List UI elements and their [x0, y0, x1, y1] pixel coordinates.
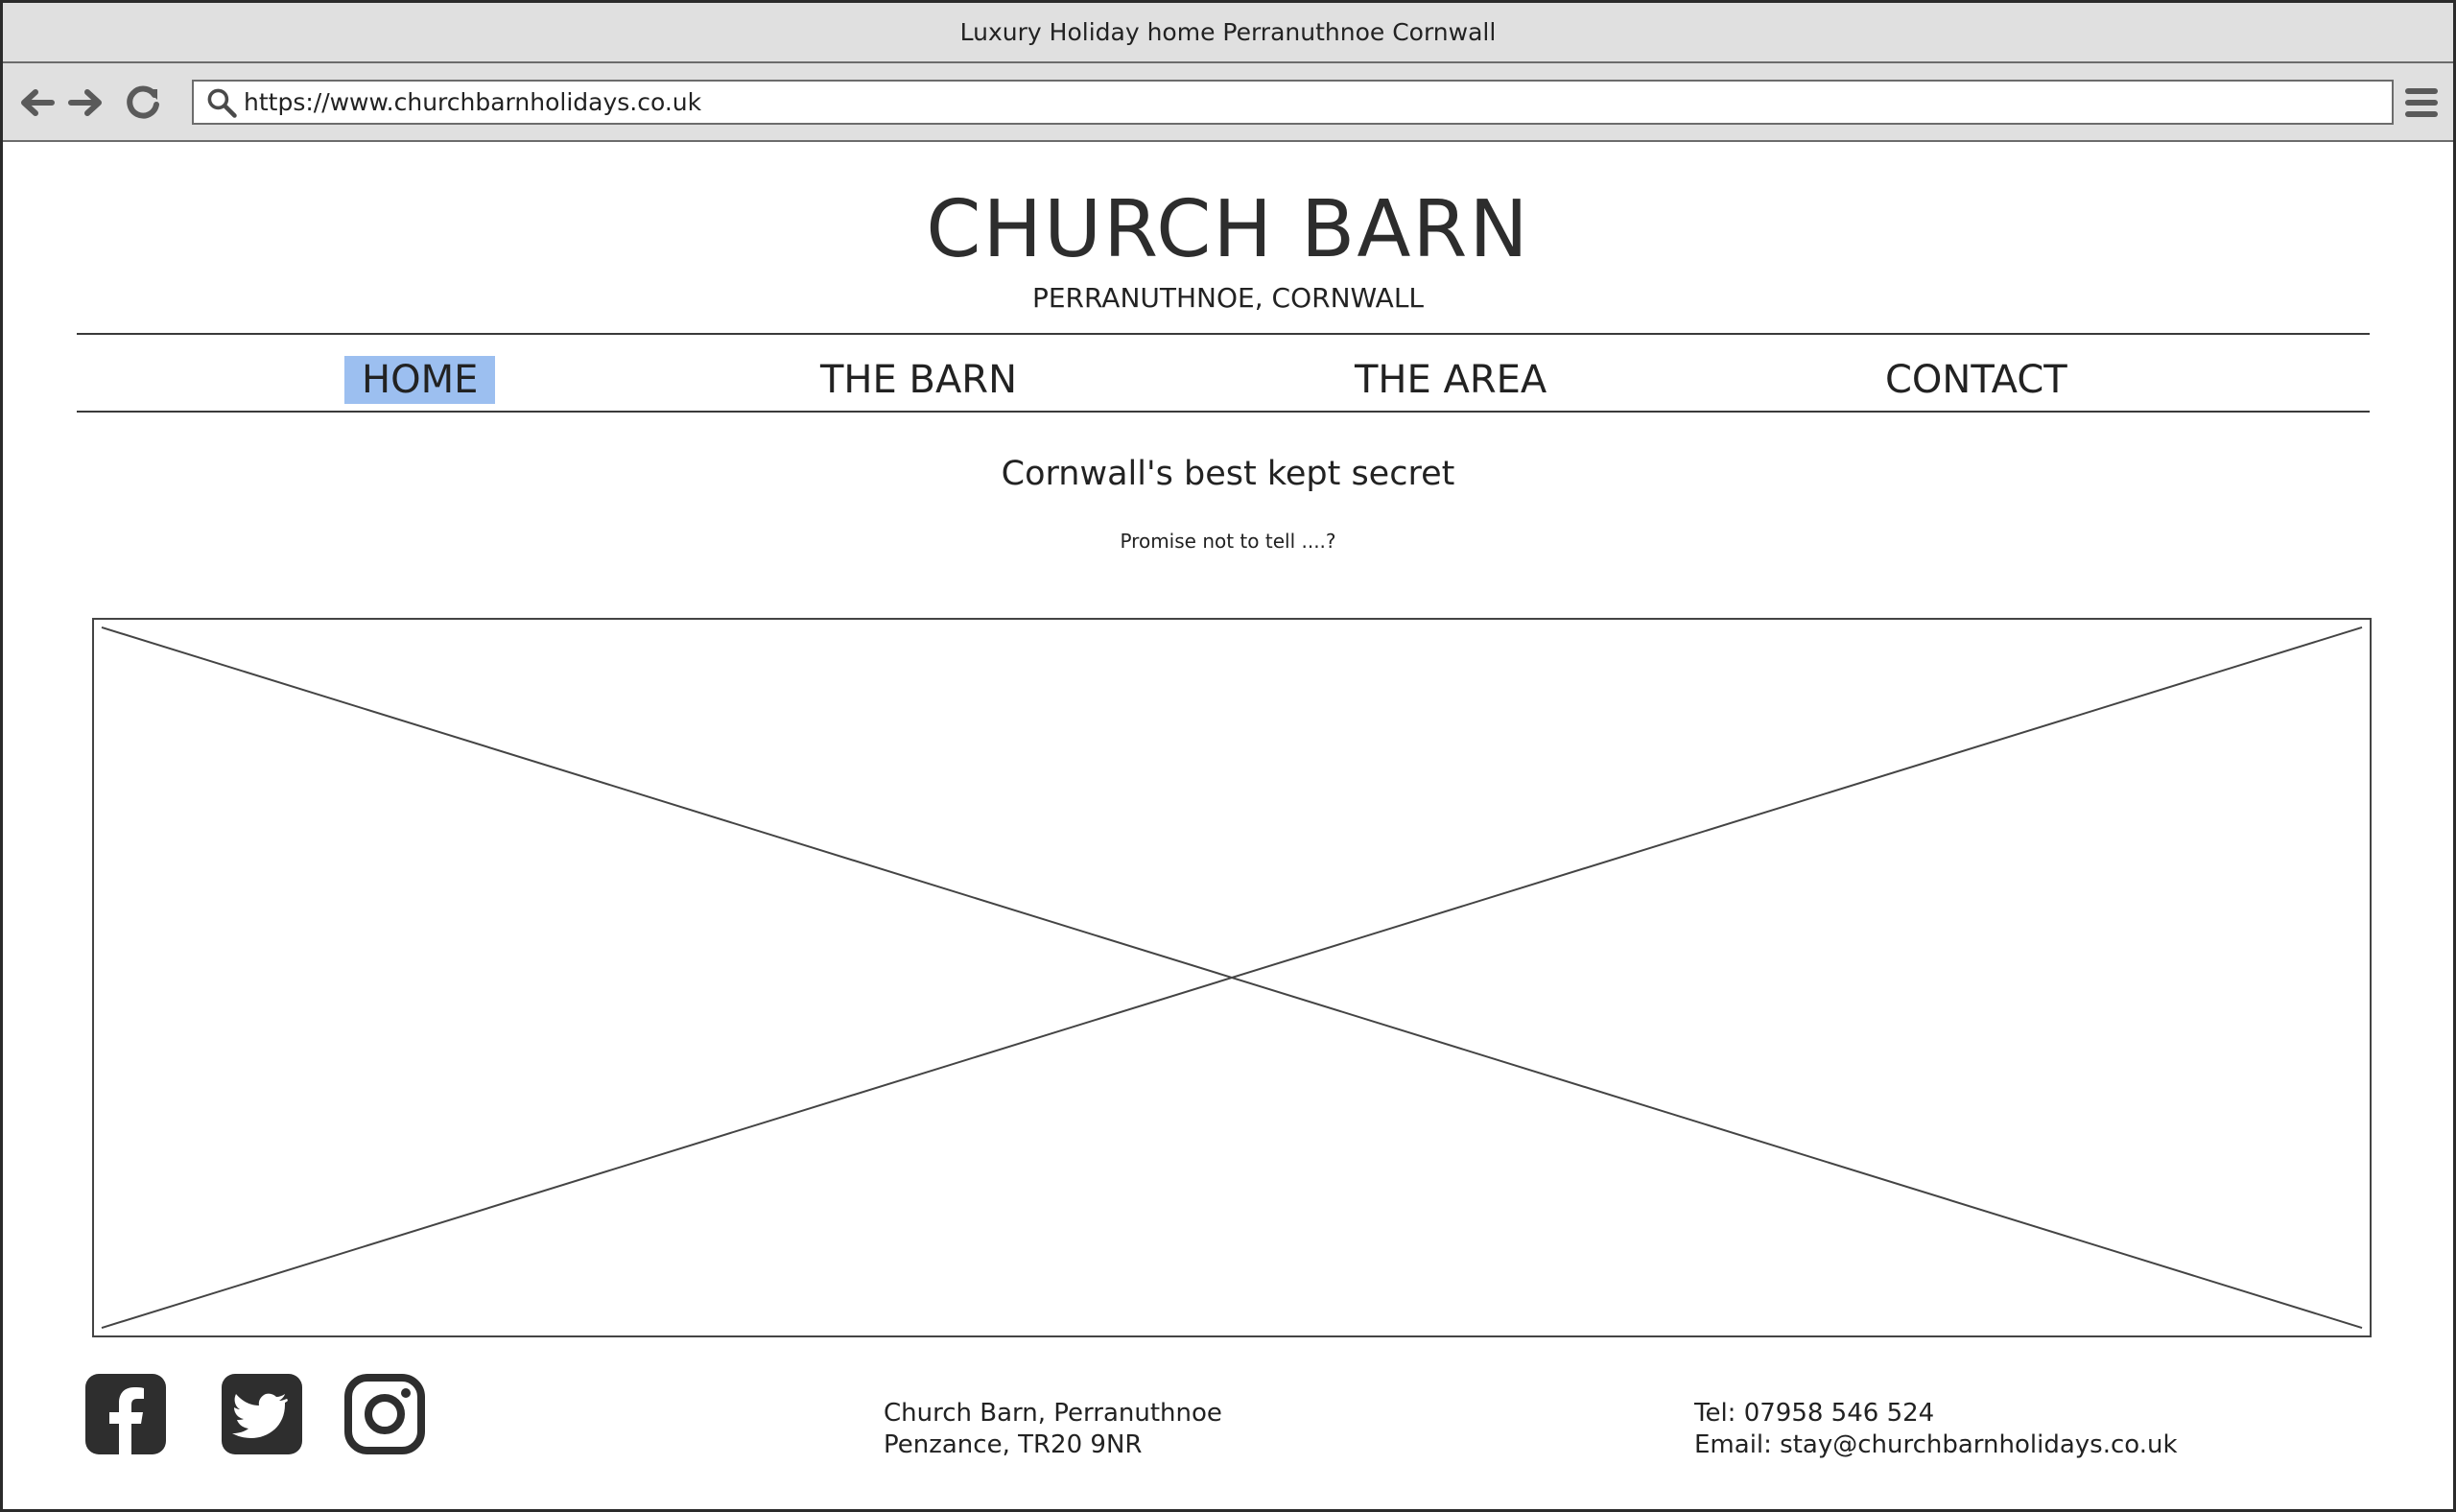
back-button[interactable]: [16, 83, 57, 123]
arrow-left-icon: [21, 89, 55, 116]
site-subtitle: PERRANUTHNOE, CORNWALL: [1031, 282, 1425, 314]
facebook-link[interactable]: [85, 1374, 166, 1454]
nav-home[interactable]: HOME: [344, 356, 496, 404]
reload-button[interactable]: [123, 83, 163, 123]
instagram-icon: [344, 1374, 425, 1454]
nav-divider-bottom: [77, 411, 2370, 413]
nav-the-barn[interactable]: THE BARN: [803, 356, 1034, 404]
footer-address: Church Barn, Perranuthnoe Penzance, TR20…: [884, 1398, 1222, 1461]
address-bar[interactable]: [192, 80, 2394, 125]
address-line-2: Penzance, TR20 9NR: [884, 1430, 1143, 1459]
nav-the-area[interactable]: THE AREA: [1337, 356, 1564, 404]
hero-image-placeholder: [92, 618, 2372, 1337]
page-tagline: Promise not to tell ....?: [1120, 530, 1336, 553]
nav-divider-top: [77, 333, 2370, 335]
url-input[interactable]: [244, 83, 2354, 122]
page-content: CHURCH BARN PERRANUTHNOE, CORNWALL HOME …: [3, 144, 2453, 1509]
site-title: CHURCH BARN: [926, 184, 1530, 275]
forward-button[interactable]: [66, 83, 106, 123]
hamburger-menu-icon: [2405, 88, 2438, 117]
arrow-right-icon: [68, 89, 102, 116]
address-line-1: Church Barn, Perranuthnoe: [884, 1399, 1222, 1428]
reload-icon: [127, 85, 159, 119]
search-icon: [200, 83, 244, 122]
email-link[interactable]: Email: stay@churchbarnholidays.co.uk: [1694, 1429, 2178, 1461]
facebook-icon: [85, 1374, 166, 1454]
instagram-link[interactable]: [344, 1374, 425, 1454]
twitter-icon: [222, 1374, 302, 1454]
window-title-bar: Luxury Holiday home Perranuthnoe Cornwal…: [3, 3, 2453, 63]
footer-contact: Tel: 07958 546 524 Email: stay@churchbar…: [1694, 1398, 2178, 1461]
page-headline: Cornwall's best kept secret: [1001, 455, 1455, 493]
nav-contact[interactable]: CONTACT: [1868, 356, 2085, 404]
telephone-link[interactable]: Tel: 07958 546 524: [1694, 1398, 2178, 1429]
browser-window: Luxury Holiday home Perranuthnoe Cornwal…: [0, 0, 2456, 1512]
twitter-link[interactable]: [222, 1374, 302, 1454]
browser-menu-button[interactable]: [2403, 84, 2440, 121]
browser-toolbar: [3, 63, 2453, 142]
image-placeholder-cross: [101, 626, 2363, 1329]
window-title: Luxury Holiday home Perranuthnoe Cornwal…: [959, 18, 1497, 46]
